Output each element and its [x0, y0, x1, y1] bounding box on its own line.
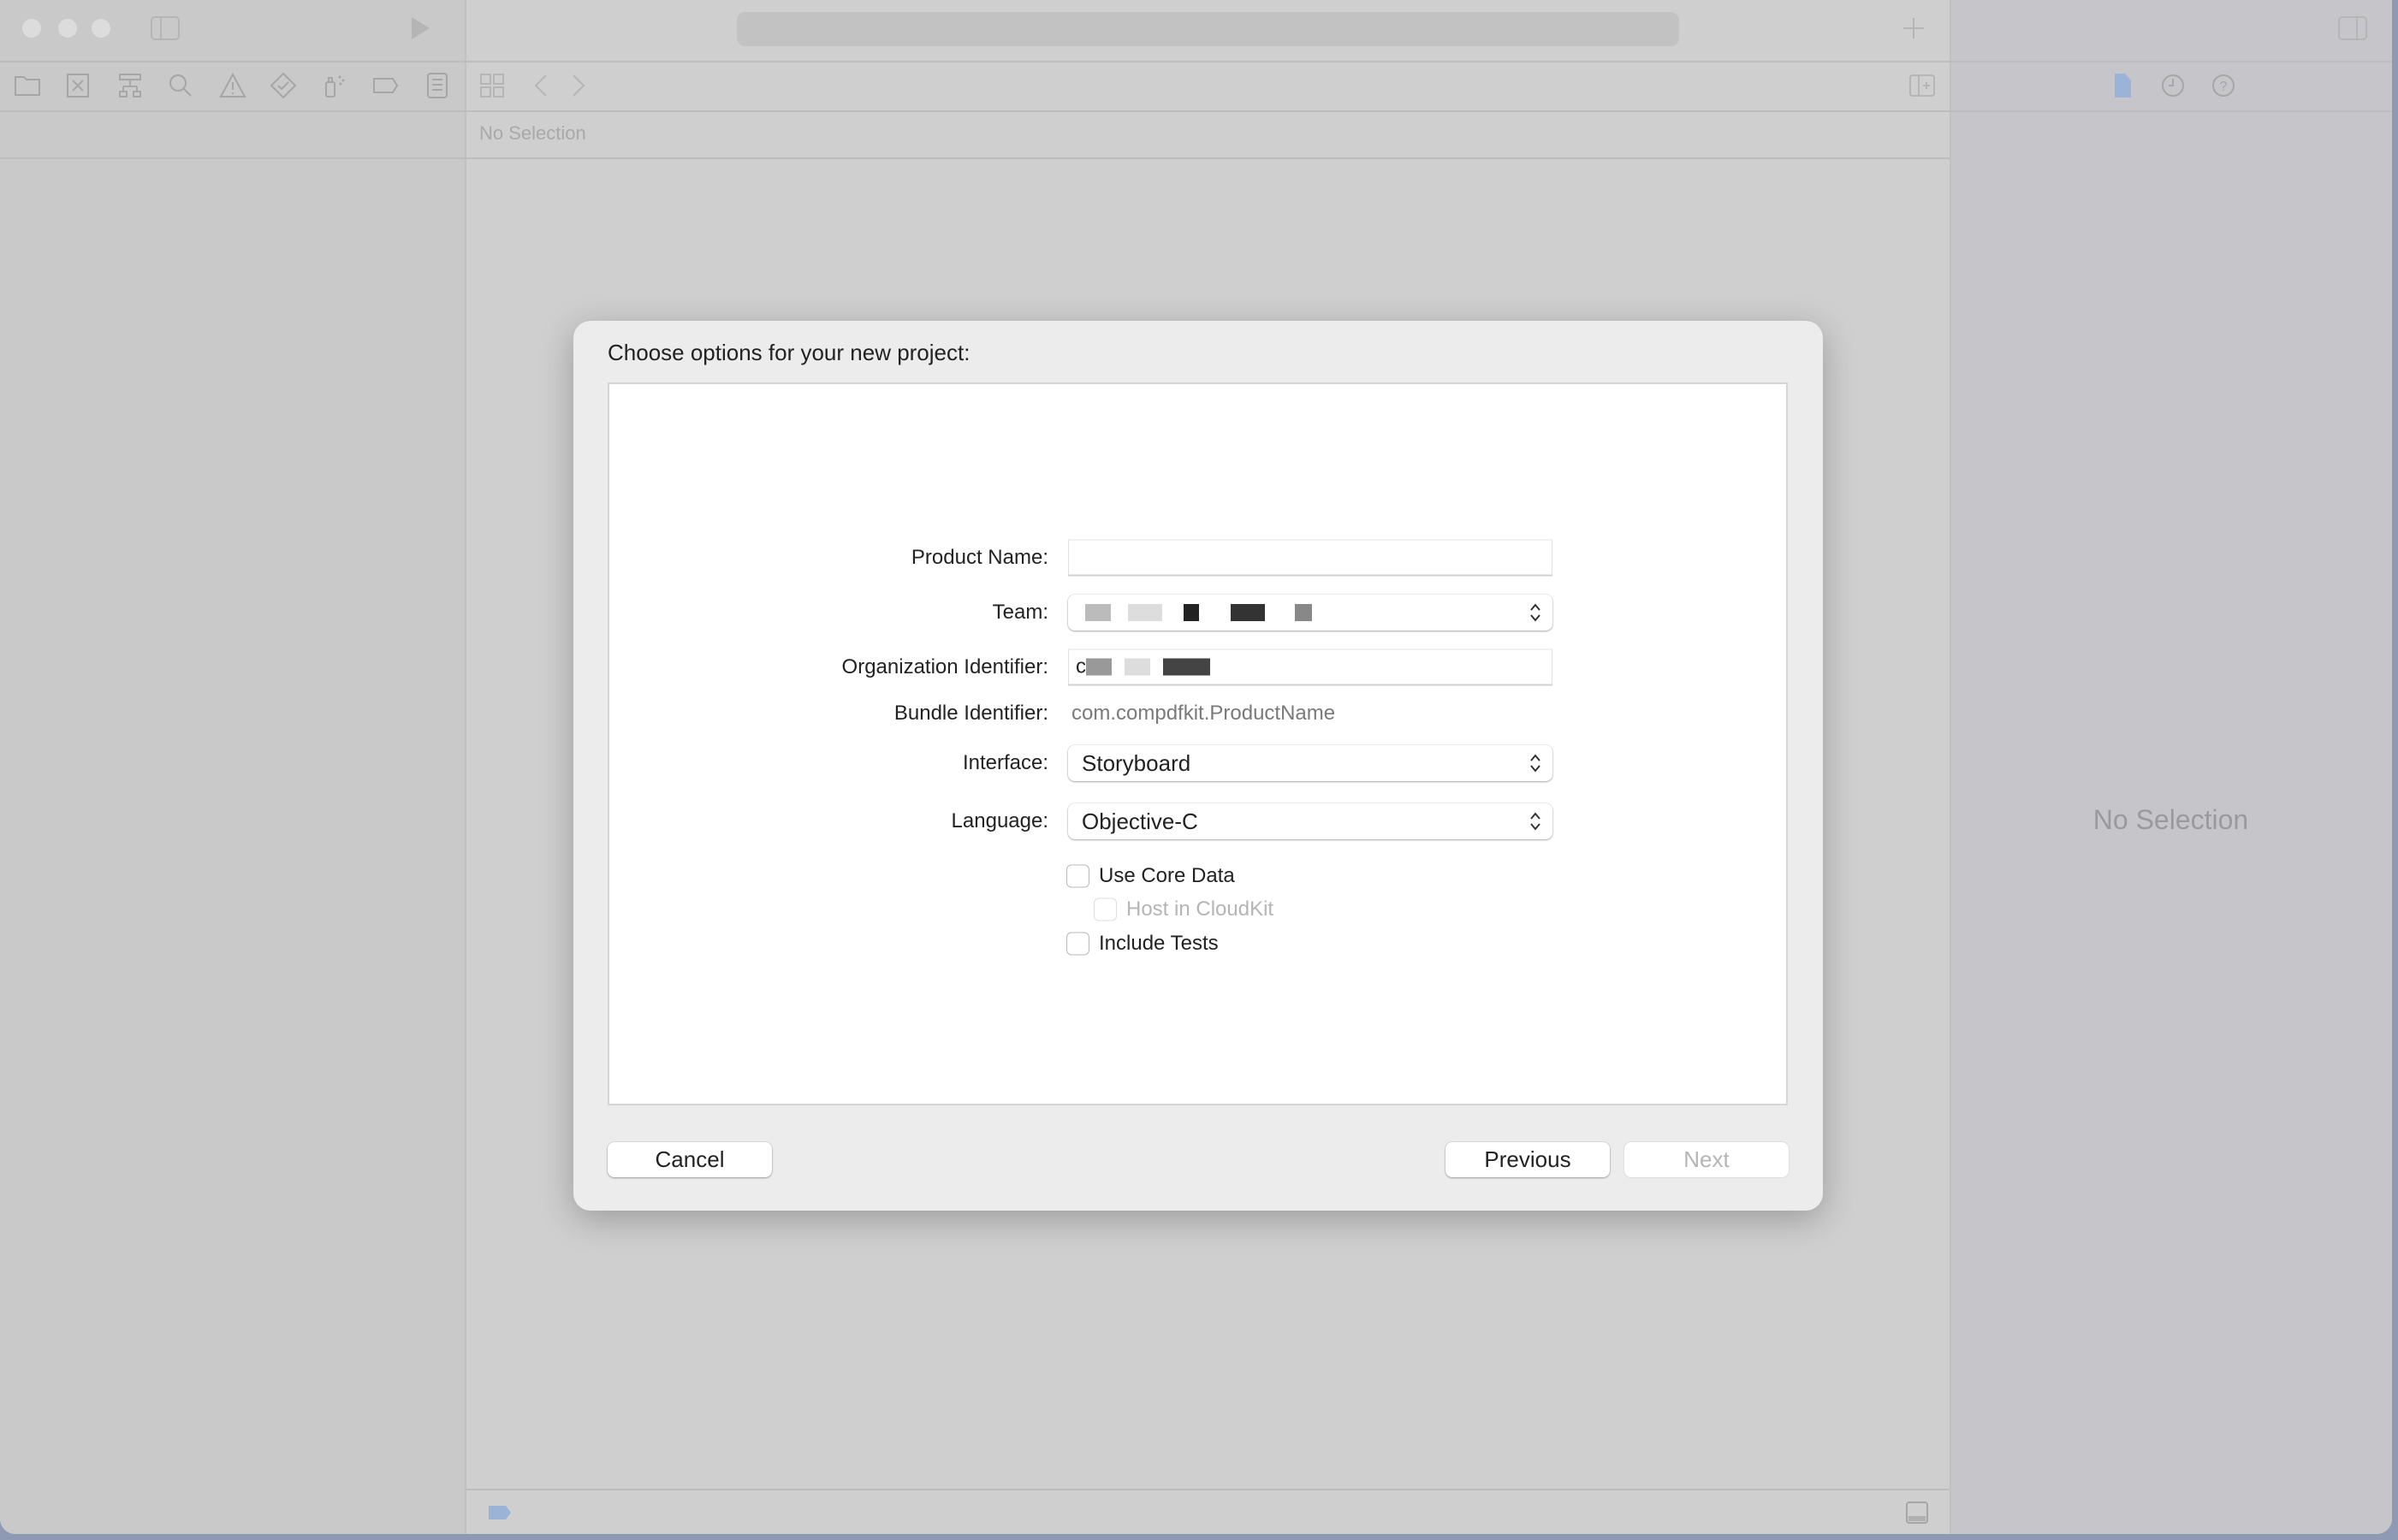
team-popup[interactable] [1068, 595, 1552, 631]
dialog-title: Choose options for your new project: [608, 340, 970, 365]
activity-view [737, 12, 1679, 46]
add-icon[interactable] [1898, 13, 1929, 44]
help-icon[interactable]: ? [2208, 70, 2239, 101]
previous-button[interactable]: Previous [1445, 1142, 1610, 1177]
include-tests-label: Include Tests [1099, 932, 1219, 955]
host-in-cloudkit-checkbox[interactable] [1094, 897, 1117, 921]
redacted-team [1085, 604, 1111, 621]
redacted-team [1128, 604, 1162, 621]
minimize-window-button[interactable] [58, 19, 77, 38]
add-editor-icon[interactable] [1907, 70, 1938, 101]
test-icon[interactable] [268, 70, 299, 101]
next-button[interactable]: Next [1624, 1142, 1789, 1177]
related-items-icon[interactable] [477, 70, 507, 101]
org-identifier-label: Organization Identifier: [841, 655, 1048, 678]
interface-label: Interface: [962, 751, 1048, 774]
hierarchy-icon[interactable] [115, 70, 145, 101]
redacted-org [1125, 658, 1150, 676]
use-core-data-checkbox[interactable] [1066, 864, 1089, 888]
host-in-cloudkit-label: Host in CloudKit [1126, 897, 1274, 921]
redacted-org [1086, 658, 1112, 676]
inspector-panel [1950, 0, 2392, 1534]
divider [0, 157, 1950, 159]
xcode-window: No Selection ? No Selection Choose optio… [0, 0, 2392, 1534]
include-tests-checkbox[interactable] [1066, 932, 1089, 956]
language-value: Objective-C [1082, 808, 1198, 834]
cancel-button[interactable]: Cancel [608, 1142, 772, 1177]
jump-bar-no-selection: No Selection [479, 122, 586, 144]
interface-popup[interactable]: Storyboard [1068, 745, 1552, 781]
new-project-options-dialog: Choose options for your new project: Pro… [573, 321, 1823, 1211]
redacted-team [1184, 604, 1199, 621]
filter-icon[interactable] [487, 1502, 513, 1523]
back-icon[interactable] [527, 70, 558, 101]
org-identifier-prefix: c [1076, 654, 1086, 678]
redacted-org [1163, 658, 1210, 676]
bundle-identifier-label: Bundle Identifier: [893, 702, 1048, 725]
team-label: Team: [992, 601, 1048, 624]
run-icon[interactable] [404, 13, 435, 44]
source-control-icon[interactable] [62, 70, 93, 101]
use-core-data-label: Use Core Data [1099, 864, 1235, 887]
language-label: Language: [951, 809, 1048, 832]
chevron-updown-icon [1530, 754, 1540, 773]
product-name-label: Product Name: [911, 546, 1048, 569]
redacted-team [1295, 604, 1312, 621]
org-identifier-input[interactable]: c [1068, 649, 1552, 686]
history-icon[interactable] [2158, 70, 2188, 101]
language-popup[interactable]: Objective-C [1068, 803, 1552, 839]
divider [0, 110, 2392, 112]
inspector-no-selection: No Selection [2092, 804, 2249, 835]
report-icon[interactable] [422, 70, 453, 101]
product-name-input[interactable] [1068, 539, 1552, 577]
divider [466, 1489, 1950, 1490]
warning-icon[interactable] [217, 70, 248, 101]
bundle-identifier-value: com.compdfkit.ProductName [1071, 702, 1336, 725]
zoom-window-button[interactable] [92, 19, 110, 38]
inspector-toggle-icon[interactable] [2337, 13, 2368, 44]
breakpoint-icon[interactable] [370, 70, 401, 101]
close-window-button[interactable] [22, 19, 41, 38]
search-icon[interactable] [165, 70, 196, 101]
debug-icon[interactable] [319, 70, 350, 101]
folder-icon[interactable] [12, 70, 43, 101]
options-panel: Product Name: Team: Organization Identif… [608, 382, 1788, 1105]
divider [0, 61, 2392, 62]
interface-value: Storyboard [1082, 750, 1191, 776]
forward-icon[interactable] [561, 70, 592, 101]
file-inspector-icon[interactable] [2107, 70, 2138, 101]
redacted-team [1231, 604, 1265, 621]
chevron-updown-icon [1530, 603, 1540, 622]
navigator-sidebar [0, 0, 466, 1534]
sidebar-toggle-icon[interactable] [150, 13, 181, 44]
svg-text:?: ? [2220, 80, 2228, 94]
debug-area-toggle-icon[interactable] [1902, 1497, 1932, 1528]
chevron-updown-icon [1530, 812, 1540, 831]
